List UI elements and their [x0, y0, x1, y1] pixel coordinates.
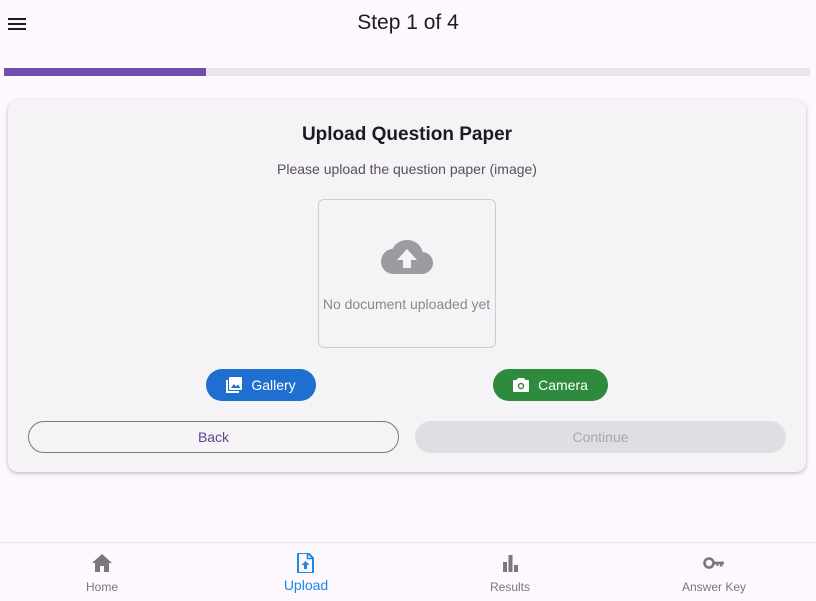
back-button[interactable]: Back: [28, 421, 399, 453]
nav-label-results: Results: [489, 580, 530, 594]
upload-file-icon: [297, 553, 314, 573]
no-document-message: No document uploaded yet: [322, 296, 491, 312]
step-progress-fill: [4, 68, 206, 76]
camera-icon: [513, 378, 530, 392]
nav-label-upload: Upload: [283, 577, 329, 593]
nav-item-results[interactable]: Results: [408, 543, 612, 601]
nav-item-answer-key[interactable]: Answer Key: [612, 543, 816, 601]
nav-label-home: Home: [85, 580, 118, 594]
app-bar: Step 1 of 4: [0, 0, 816, 48]
nav-item-upload[interactable]: Upload: [204, 543, 408, 601]
page-title: Step 1 of 4: [357, 11, 459, 34]
card-title: Upload Question Paper: [301, 124, 513, 145]
nav-item-home[interactable]: Home: [0, 543, 204, 601]
app-root: Step 1 of 4 Upload Question Paper Please…: [0, 0, 816, 601]
nav-label-answer-key: Answer Key: [681, 580, 747, 594]
bottom-navigation: Home Upload Results Answer Key: [0, 542, 816, 601]
gallery-button-label: Gallery: [251, 377, 296, 393]
card-subtitle: Please upload the question paper (image): [277, 161, 537, 177]
step-progress-bar: [4, 68, 810, 76]
upload-card: Upload Question Paper Please upload the …: [8, 100, 806, 472]
cloud-upload-icon: [381, 240, 433, 274]
photo-library-icon: [226, 377, 243, 393]
continue-button[interactable]: Continue: [415, 421, 786, 453]
key-icon: [703, 557, 724, 569]
home-icon: [92, 554, 112, 572]
bar-chart-icon: [503, 555, 518, 572]
camera-button-label: Camera: [538, 377, 588, 393]
document-preview-box[interactable]: No document uploaded yet: [318, 199, 496, 348]
gallery-button[interactable]: Gallery: [206, 369, 316, 401]
camera-button[interactable]: Camera: [493, 369, 608, 401]
